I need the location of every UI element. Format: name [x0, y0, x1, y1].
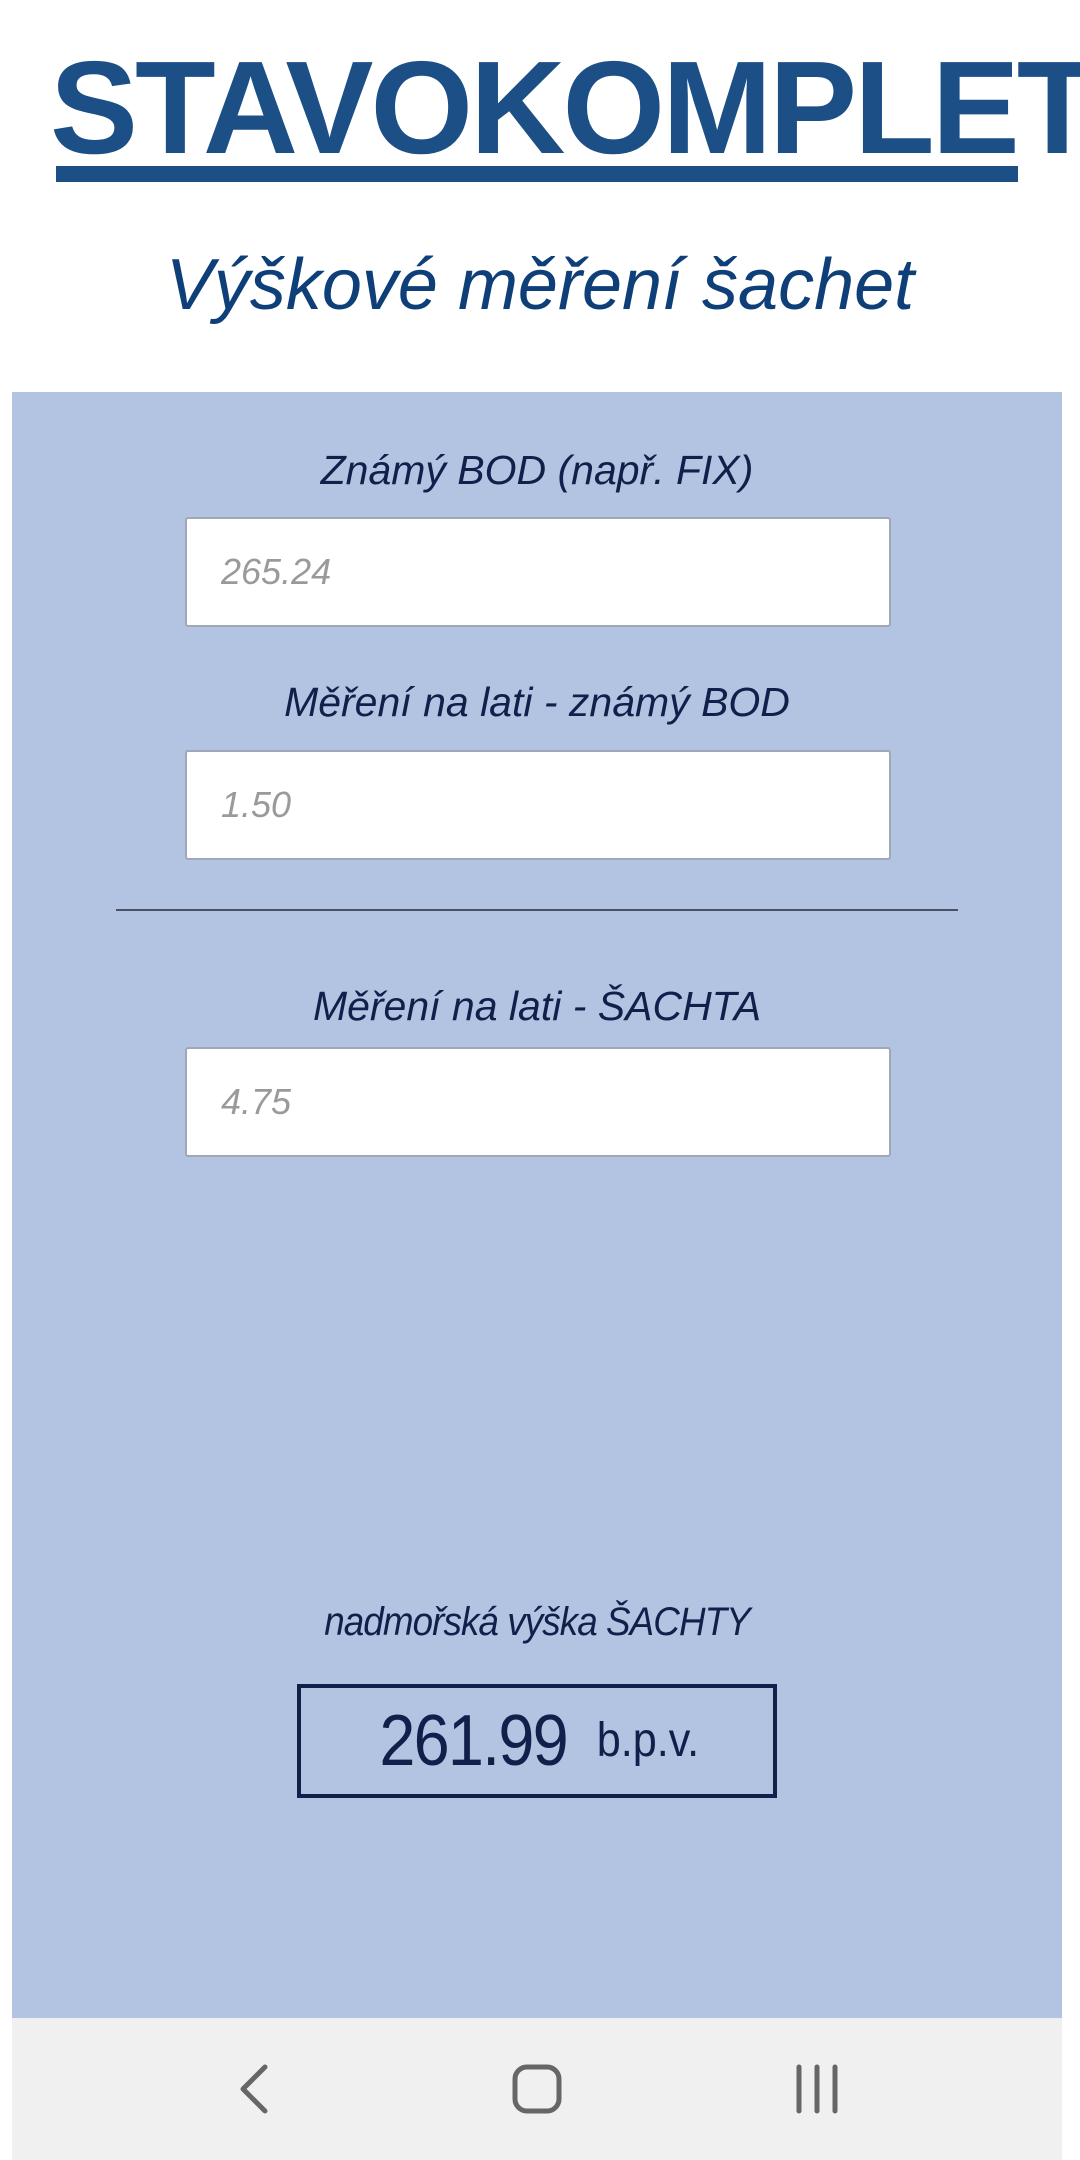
known-point-label: Známý BOD (např. FIX) — [320, 447, 754, 493]
staff-known-point-label: Měření na lati - známý BOD — [284, 679, 790, 725]
known-point-input[interactable] — [185, 517, 891, 627]
calculator-panel: Známý BOD (např. FIX) Měření na lati - z… — [12, 392, 1062, 2018]
result-label: nadmořská výška ŠACHTY — [324, 1600, 751, 1644]
back-button[interactable] — [197, 2018, 317, 2160]
stavokomplet-logo: STAVOKOMPLET — [50, 34, 1080, 188]
staff-known-point-input[interactable] — [185, 750, 891, 860]
logo-underline — [56, 166, 1018, 182]
recent-apps-button[interactable] — [757, 2018, 877, 2160]
home-icon — [512, 2064, 562, 2114]
staff-shaft-input[interactable] — [185, 1047, 891, 1157]
app-header: STAVOKOMPLET Výškové měření šachet — [0, 0, 1080, 392]
staff-shaft-label: Měření na lati - ŠACHTA — [312, 983, 762, 1029]
result-box: 261.99 b.p.v. — [297, 1684, 777, 1798]
back-icon — [240, 2064, 268, 2114]
recent-apps-icon — [796, 2064, 838, 2114]
page-title: Výškové měření šachet — [165, 245, 915, 325]
home-button[interactable] — [477, 2018, 597, 2160]
logo-text: STAVOKOMPLET — [50, 34, 1080, 181]
result-unit: b.p.v. — [596, 1714, 700, 1767]
section-divider — [116, 909, 958, 911]
system-navigation-bar — [12, 2018, 1062, 2160]
result-value: 261.99 — [379, 1701, 568, 1781]
